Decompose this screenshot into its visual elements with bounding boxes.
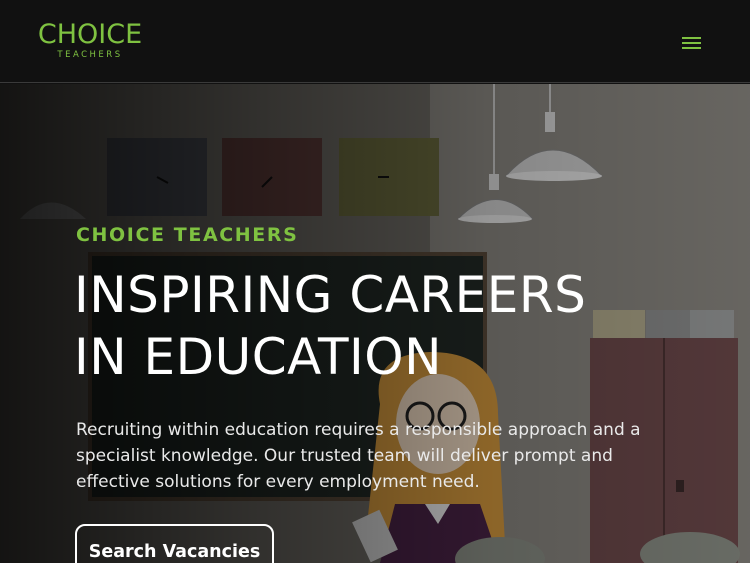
hero-eyebrow: CHOICE TEACHERS [76, 224, 299, 246]
hero-headline-line-2: IN EDUCATION [74, 328, 443, 386]
hero-headline: INSPIRING CAREERS IN EDUCATION [74, 264, 714, 388]
menu-bar [682, 37, 701, 39]
menu-bar [682, 42, 701, 44]
hamburger-menu-icon[interactable] [680, 34, 704, 52]
menu-bar [682, 47, 701, 49]
site-header: CHOICE TEACHERS [0, 0, 750, 83]
logo-tagline: TEACHERS [57, 50, 123, 60]
site-logo[interactable]: CHOICE TEACHERS [37, 21, 143, 61]
hero-section: CHOICE TEACHERS INSPIRING CAREERS IN EDU… [0, 84, 750, 563]
logo-wordmark: CHOICE [37, 19, 143, 50]
search-vacancies-button[interactable]: Search Vacancies [75, 524, 274, 563]
hero-description: Recruiting within education requires a r… [76, 420, 641, 492]
hero-headline-line-1: INSPIRING CAREERS [74, 266, 587, 324]
